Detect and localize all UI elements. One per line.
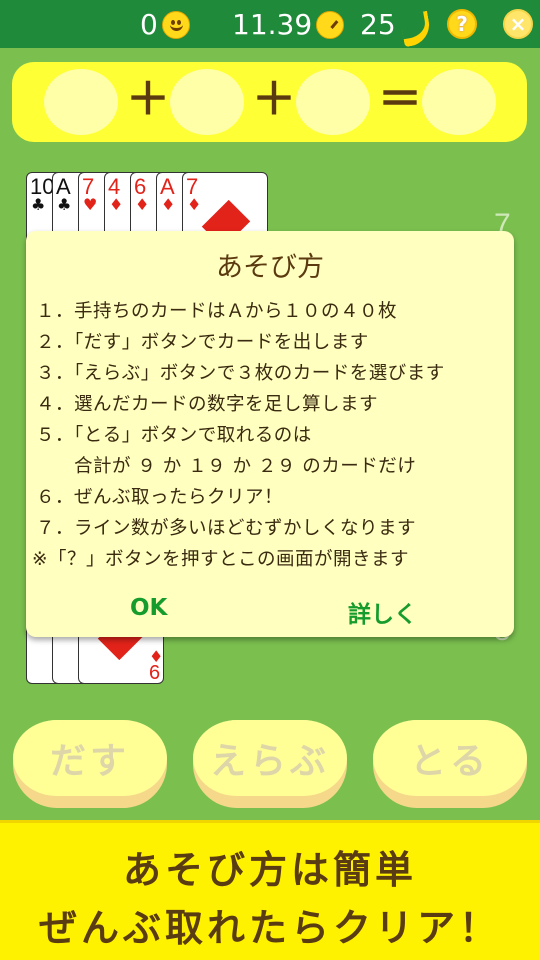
rule-item: ４．選んだカードの数字を足し算します (36, 394, 379, 415)
equation-panel: ＋ ＋ ＝ (12, 62, 527, 142)
take-button[interactable]: とる (373, 720, 527, 808)
rule-item: ６．ぜんぶ取ったらクリア！ (36, 487, 284, 508)
deal-button-label: だす (13, 720, 167, 796)
addend-slot-3[interactable] (296, 69, 370, 135)
banana-counter: 25 (360, 8, 428, 42)
addend-slot-1[interactable] (44, 69, 118, 135)
diamond-icon: ♦ (161, 195, 176, 214)
take-button-label: とる (373, 720, 527, 796)
rule-item: １．手持ちのカードはＡから１０の４０枚 (36, 301, 398, 322)
rule-item: ７．ライン数が多いほどむずかしくなります (36, 518, 417, 539)
club-icon: ♣ (31, 195, 46, 214)
close-button[interactable]: × (503, 9, 533, 39)
heart-icon: ♥ (83, 195, 98, 214)
smiley-icon (161, 11, 190, 39)
rule-note: ※「？」ボタンを押すとこの画面が開きます (32, 549, 410, 570)
deal-button[interactable]: だす (13, 720, 167, 808)
rule-item: ３．「えらぶ」ボタンで３枚のカードを選びます (36, 363, 445, 384)
rules-dialog: あそび方 １．手持ちのカードはＡから１０の４０枚 ２．「だす」ボタンでカードを出… (26, 231, 514, 637)
diamond-icon: ♦ (109, 195, 124, 214)
equals-sign: ＝ (378, 74, 422, 125)
rule-item: ５．「とる」ボタンで取れるのは (36, 425, 312, 446)
diamond-icon: ♦ (187, 195, 202, 214)
score-counter: 0 (140, 8, 190, 42)
club-icon: ♣ (57, 195, 72, 214)
select-button-label: えらぶ (193, 720, 347, 796)
card-rank: 6 (149, 662, 161, 684)
addend-slot-2[interactable] (170, 69, 244, 135)
plus-sign: ＋ (252, 74, 296, 125)
diamond-icon: ♦ (135, 195, 150, 214)
select-button[interactable]: えらぶ (193, 720, 347, 808)
banner-line-1: あそび方は簡単 (122, 848, 417, 892)
sum-slot[interactable] (422, 69, 496, 135)
banana-icon (400, 11, 428, 39)
banana-value: 25 (360, 8, 396, 41)
banner-line-2: ぜんぶ取れたらクリア！ (38, 906, 501, 950)
help-button[interactable]: ? (447, 9, 477, 39)
promo-banner: あそび方は簡単 ぜんぶ取れたらクリア！ (0, 820, 540, 960)
status-bar: 0 11.39 25 ? × (0, 0, 540, 48)
timer-value: 11.39 (232, 8, 313, 41)
rule-item: ２．「だす」ボタンでカードを出します (36, 332, 369, 353)
timer: 11.39 (232, 8, 345, 42)
details-button[interactable]: 詳しく (348, 595, 417, 629)
plus-sign: ＋ (126, 74, 170, 125)
ok-button[interactable]: OK (130, 595, 167, 621)
dialog-title: あそび方 (216, 252, 324, 283)
rule-item: 合計が ９ か １９ か ２９ のカードだけ (36, 456, 417, 477)
clock-icon (316, 11, 345, 39)
score-value: 0 (140, 8, 158, 41)
